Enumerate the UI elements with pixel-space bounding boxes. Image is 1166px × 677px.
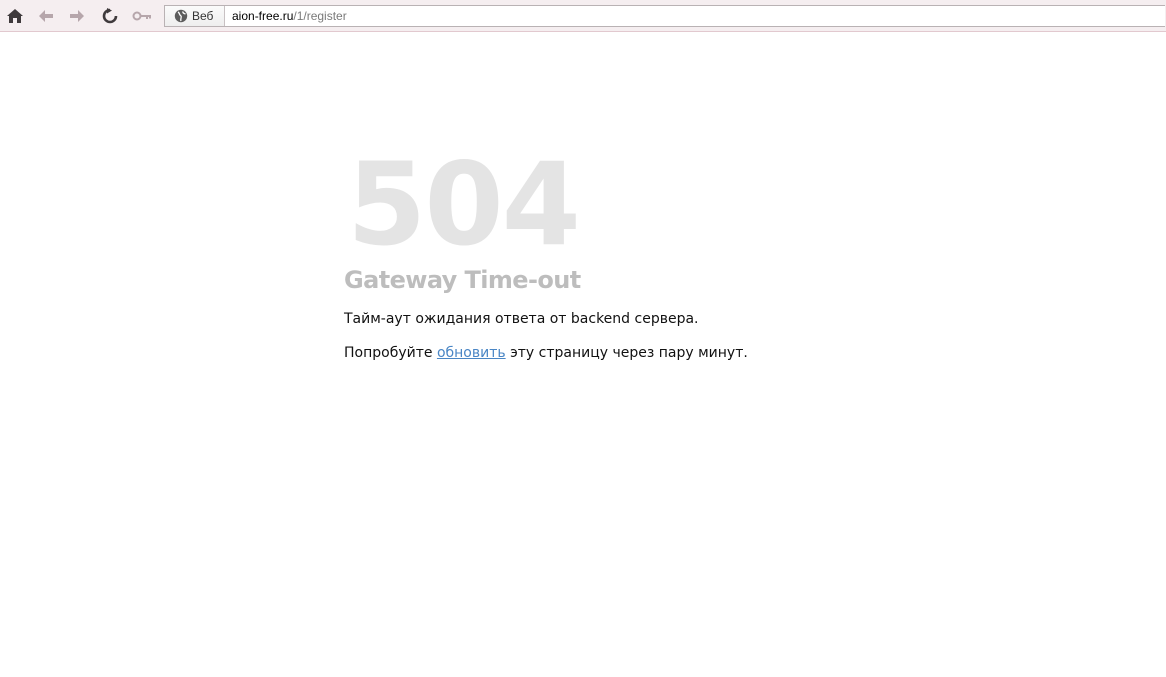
home-icon <box>7 9 23 23</box>
refresh-link[interactable]: обновить <box>437 345 506 361</box>
url-path: /1/register <box>293 9 347 23</box>
home-button[interactable] <box>4 5 26 27</box>
back-arrow-icon <box>39 10 53 22</box>
url-text[interactable]: aion-free.ru/1/register <box>232 9 347 23</box>
browser-toolbar: Веб aion-free.ru/1/register <box>0 0 1166 32</box>
retry-suffix: эту страницу через пару минут. <box>505 345 748 361</box>
retry-message: Попробуйте обновить эту страницу через п… <box>344 344 748 362</box>
site-info-badge[interactable]: Веб <box>165 6 225 26</box>
error-code: 504 <box>347 138 581 271</box>
error-message: Тайм-аут ожидания ответа от backend серв… <box>344 311 699 327</box>
key-button[interactable] <box>131 5 153 27</box>
reload-icon <box>102 8 118 24</box>
error-title: Gateway Time-out <box>344 266 581 294</box>
url-host: aion-free.ru <box>232 9 294 23</box>
forward-button[interactable] <box>66 5 88 27</box>
key-icon <box>132 11 151 21</box>
address-bar[interactable]: Веб aion-free.ru/1/register <box>164 5 1165 27</box>
retry-prefix: Попробуйте <box>344 345 437 361</box>
back-button[interactable] <box>35 5 57 27</box>
globe-icon <box>174 9 188 23</box>
site-badge-label: Веб <box>192 9 214 23</box>
forward-arrow-icon <box>70 10 84 22</box>
reload-button[interactable] <box>99 5 121 27</box>
